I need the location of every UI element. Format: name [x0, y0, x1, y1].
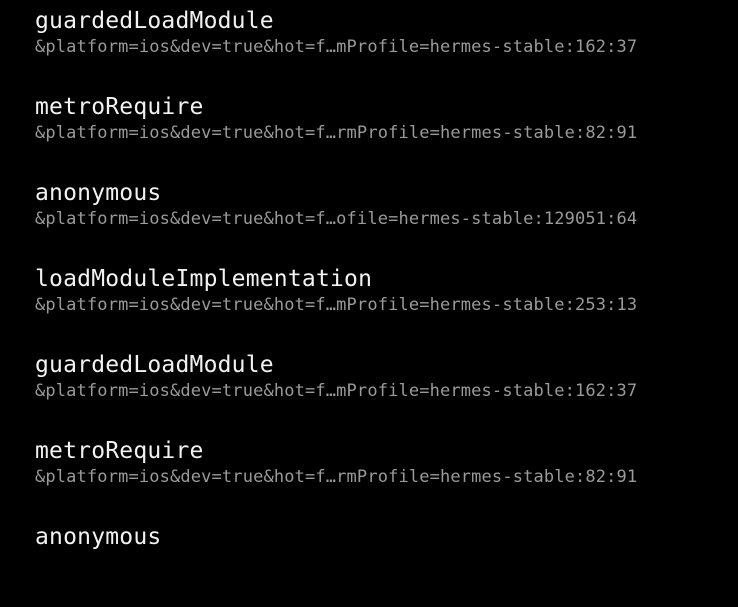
frame-location: &platform=ios&dev=true&hot=f…mProfile=he… [35, 381, 638, 401]
stack-frame[interactable]: loadModuleImplementation &platform=ios&d… [35, 263, 738, 349]
frame-function-name: metroRequire [35, 438, 204, 464]
frame-function-name: guardedLoadModule [35, 8, 274, 34]
stack-frame[interactable]: anonymous [35, 521, 738, 607]
stack-trace-list: guardedLoadModule &platform=ios&dev=true… [35, 5, 738, 607]
frame-location: &platform=ios&dev=true&hot=f…rmProfile=h… [35, 467, 638, 487]
stack-frame[interactable]: guardedLoadModule &platform=ios&dev=true… [35, 5, 738, 91]
stack-frame[interactable]: anonymous &platform=ios&dev=true&hot=f…o… [35, 177, 738, 263]
frame-location: &platform=ios&dev=true&hot=f…rmProfile=h… [35, 123, 638, 143]
frame-function-name: metroRequire [35, 94, 204, 120]
frame-location: &platform=ios&dev=true&hot=f…mProfile=he… [35, 295, 638, 315]
frame-function-name: anonymous [35, 180, 162, 206]
frame-function-name: loadModuleImplementation [35, 266, 373, 292]
frame-function-name: anonymous [35, 524, 162, 550]
frame-location: &platform=ios&dev=true&hot=f…mProfile=he… [35, 37, 638, 57]
stack-frame[interactable]: metroRequire &platform=ios&dev=true&hot=… [35, 435, 738, 521]
stack-frame[interactable]: metroRequire &platform=ios&dev=true&hot=… [35, 91, 738, 177]
frame-function-name: guardedLoadModule [35, 352, 274, 378]
frame-location: &platform=ios&dev=true&hot=f…ofile=herme… [35, 209, 638, 229]
stack-frame[interactable]: guardedLoadModule &platform=ios&dev=true… [35, 349, 738, 435]
